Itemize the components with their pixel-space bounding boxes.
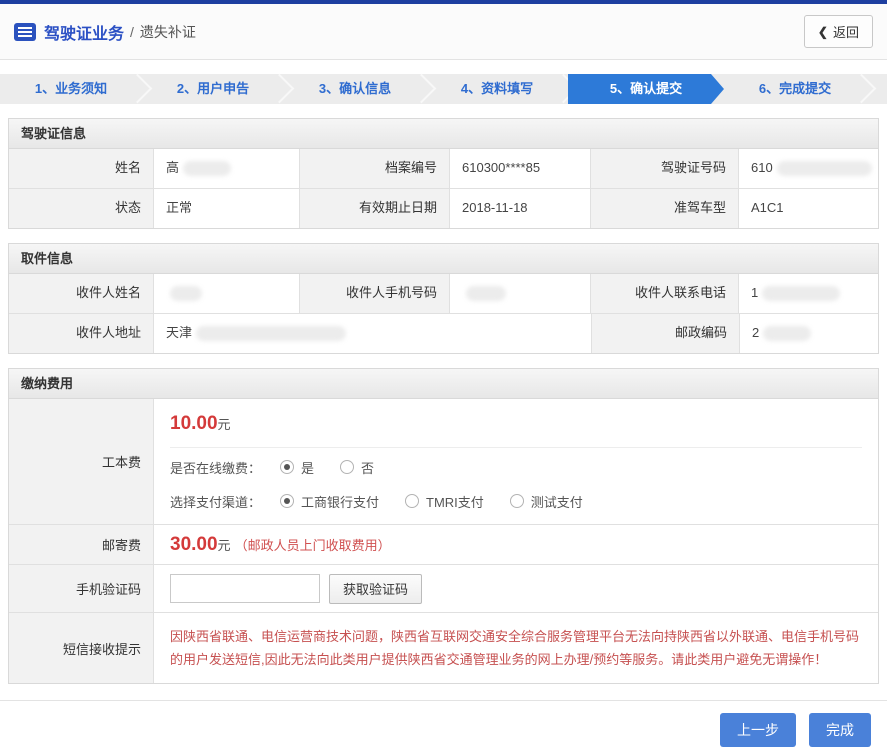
recipient-address-value: 天津 xyxy=(154,314,592,353)
mail-fee-content: 30.00元 （邮政人员上门收取费用） xyxy=(154,525,878,564)
recipient-phone-label: 收件人联系电话 xyxy=(591,274,739,313)
vehicle-class-label: 准驾车型 xyxy=(591,189,739,228)
mail-fee-unit: 元 xyxy=(218,535,231,554)
radio-icon xyxy=(510,494,524,508)
expiry-date-value: 2018-11-18 xyxy=(450,189,591,228)
mail-fee-row: 邮寄费 30.00元 （邮政人员上门收取费用） xyxy=(9,524,878,564)
license-number-label: 驾驶证号码 xyxy=(591,149,739,188)
mail-fee-label: 邮寄费 xyxy=(9,525,154,564)
back-button[interactable]: ❮ 返回 xyxy=(804,15,873,48)
status-label: 状态 xyxy=(9,189,154,228)
table-row: 状态 正常 有效期止日期 2018-11-18 准驾车型 A1C1 xyxy=(9,188,878,228)
radio-icon xyxy=(280,494,294,508)
step-2-user-declaration[interactable]: 2、用户申告 xyxy=(142,74,284,104)
mail-fee-amount: 30.00 xyxy=(170,534,218,556)
redacted-value xyxy=(170,286,202,301)
radio-channel-test[interactable]: 测试支付 xyxy=(510,492,583,511)
step-4-fill-data[interactable]: 4、资料填写 xyxy=(426,74,568,104)
pickup-info-panel: 取件信息 收件人姓名 收件人手机号码 收件人联系电话 1 收件人地址 天津 邮政… xyxy=(8,243,879,354)
file-number-value: 610300****85 xyxy=(450,149,591,188)
work-fee-unit: 元 xyxy=(218,417,231,432)
sms-tip-row: 短信接收提示 因陕西省联通、电信运营商技术问题，陕西省互联网交通安全综合服务管理… xyxy=(9,612,878,683)
work-fee-amount-line: 10.00元 xyxy=(170,399,878,447)
online-pay-question: 是否在线缴费： xyxy=(170,458,280,477)
work-fee-label: 工本费 xyxy=(9,399,154,524)
recipient-name-label: 收件人姓名 xyxy=(9,274,154,313)
name-value: 高 xyxy=(154,149,300,188)
license-info-panel: 驾驶证信息 姓名 高 档案编号 610300****85 驾驶证号码 610 状… xyxy=(8,118,879,229)
radio-icon xyxy=(340,460,354,474)
captcha-row: 手机验证码 获取验证码 xyxy=(9,564,878,612)
breadcrumb-current: 遗失补证 xyxy=(140,22,196,42)
name-label: 姓名 xyxy=(9,149,154,188)
work-fee-amount: 10.00 xyxy=(170,413,218,434)
page-header: 驾驶证业务 / 遗失补证 ❮ 返回 xyxy=(0,4,887,60)
divider xyxy=(170,447,862,448)
recipient-phone-value: 1 xyxy=(739,274,878,313)
radio-online-yes[interactable]: 是 xyxy=(280,458,314,477)
postal-code-label: 邮政编码 xyxy=(592,314,740,353)
recipient-mobile-label: 收件人手机号码 xyxy=(300,274,450,313)
redacted-value xyxy=(183,161,231,176)
postal-code-value: 2 xyxy=(740,314,878,353)
redacted-value xyxy=(196,326,346,341)
payment-title: 缴纳费用 xyxy=(9,369,878,399)
sms-tip-label: 短信接收提示 xyxy=(9,613,154,683)
captcha-content: 获取验证码 xyxy=(154,565,878,612)
step-3-confirm-info[interactable]: 3、确认信息 xyxy=(284,74,426,104)
radio-channel-tmri[interactable]: TMRI支付 xyxy=(405,492,484,511)
step-5-confirm-submit-active[interactable]: 5、确认提交 xyxy=(568,74,724,104)
file-number-label: 档案编号 xyxy=(300,149,450,188)
redacted-value xyxy=(777,161,872,176)
radio-online-no[interactable]: 否 xyxy=(340,458,374,477)
payment-panel: 缴纳费用 工本费 10.00元 是否在线缴费： 是 否 选择支付渠道： 工商银行… xyxy=(8,368,879,684)
work-fee-content: 10.00元 是否在线缴费： 是 否 选择支付渠道： 工商银行支付 TMRI支付… xyxy=(154,399,878,524)
radio-channel-icbc[interactable]: 工商银行支付 xyxy=(280,492,379,511)
radio-icon xyxy=(405,494,419,508)
table-row: 收件人姓名 收件人手机号码 收件人联系电话 1 xyxy=(9,274,878,313)
step-1-business-notice[interactable]: 1、业务须知 xyxy=(0,74,142,104)
license-info-title: 驾驶证信息 xyxy=(9,119,878,149)
work-fee-row: 工本费 10.00元 是否在线缴费： 是 否 选择支付渠道： 工商银行支付 TM… xyxy=(9,399,878,524)
redacted-value xyxy=(466,286,506,301)
previous-step-button[interactable]: 上一步 xyxy=(720,713,796,747)
license-number-value: 610 xyxy=(739,149,878,188)
chevron-left-icon: ❮ xyxy=(818,25,828,39)
pickup-info-title: 取件信息 xyxy=(9,244,878,274)
breadcrumb-separator: / xyxy=(130,24,134,40)
redacted-value xyxy=(762,286,840,301)
recipient-mobile-value xyxy=(450,274,591,313)
radio-icon xyxy=(280,460,294,474)
vehicle-class-value: A1C1 xyxy=(739,189,878,228)
recipient-address-label: 收件人地址 xyxy=(9,314,154,353)
get-captcha-button[interactable]: 获取验证码 xyxy=(329,574,422,604)
page-title: 驾驶证业务 xyxy=(44,20,124,44)
recipient-name-value xyxy=(154,274,300,313)
status-value: 正常 xyxy=(154,189,300,228)
step-navigation: 1、业务须知 2、用户申告 3、确认信息 4、资料填写 5、确认提交 6、完成提… xyxy=(0,74,887,104)
finish-button[interactable]: 完成 xyxy=(809,713,871,747)
table-row: 姓名 高 档案编号 610300****85 驾驶证号码 610 xyxy=(9,149,878,188)
pay-channel-question: 选择支付渠道： xyxy=(170,492,280,511)
menu-list-icon xyxy=(14,23,36,41)
pay-channel-question-line: 选择支付渠道： 工商银行支付 TMRI支付 测试支付 xyxy=(170,486,878,516)
sms-tip-text: 因陕西省联通、电信运营商技术问题，陕西省互联网交通安全综合服务管理平台无法向持陕… xyxy=(154,613,878,683)
table-row: 收件人地址 天津 邮政编码 2 xyxy=(9,313,878,353)
mail-fee-note: （邮政人员上门收取费用） xyxy=(235,535,391,554)
captcha-label: 手机验证码 xyxy=(9,565,154,612)
expiry-date-label: 有效期止日期 xyxy=(300,189,450,228)
captcha-input[interactable] xyxy=(170,574,320,603)
footer-actions: 上一步 完成 xyxy=(0,700,887,747)
step-6-complete-submit[interactable]: 6、完成提交 xyxy=(724,74,866,104)
online-pay-question-line: 是否在线缴费： 是 否 xyxy=(170,452,878,482)
redacted-value xyxy=(763,326,811,341)
back-button-label: 返回 xyxy=(833,22,859,41)
